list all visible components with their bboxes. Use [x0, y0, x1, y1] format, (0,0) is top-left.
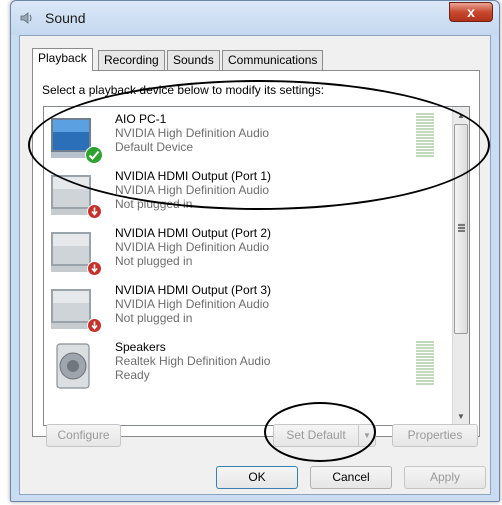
device-status: Not plugged in — [115, 254, 193, 268]
set-default-label: Set Default — [286, 428, 346, 442]
device-status: Not plugged in — [115, 311, 193, 325]
device-driver: NVIDIA High Definition Audio — [115, 240, 270, 254]
speaker-icon — [20, 12, 32, 24]
tab-playback[interactable]: Playback — [32, 48, 93, 71]
device-name: Speakers — [115, 340, 166, 354]
scroll-thumb[interactable]: ▬ ▬ ▬ — [454, 124, 468, 334]
device-name: NVIDIA HDMI Output (Port 2) — [115, 226, 272, 240]
tab-communications[interactable]: Communications — [222, 50, 324, 70]
ok-button[interactable]: OK — [216, 466, 298, 489]
device-status: Default Device — [115, 140, 194, 154]
tab-sounds[interactable]: Sounds — [167, 50, 220, 70]
window-title: Sound — [45, 10, 86, 26]
apply-button[interactable]: Apply — [404, 466, 486, 489]
close-button[interactable]: x — [449, 2, 493, 22]
level-meter — [416, 113, 434, 159]
configure-button[interactable]: Configure — [46, 424, 121, 447]
chevron-down-icon[interactable]: ▼ — [358, 425, 375, 446]
dialog-body: Playback Recording Sounds Communications… — [19, 35, 491, 495]
device-driver: NVIDIA High Definition Audio — [115, 297, 270, 311]
device-item-aio-pc-1[interactable]: AIO PC-1 NVIDIA High Definition Audio De… — [44, 109, 454, 166]
red-down-arrow-icon — [87, 318, 102, 333]
device-driver: NVIDIA High Definition Audio — [115, 183, 270, 197]
scroll-up-arrow-icon[interactable]: ▲ — [453, 107, 469, 124]
speaker-icon — [56, 343, 90, 389]
device-driver: Realtek High Definition Audio — [115, 354, 271, 368]
properties-button[interactable]: Properties — [392, 424, 478, 447]
scroll-down-arrow-icon[interactable]: ▼ — [453, 408, 469, 425]
device-name: NVIDIA HDMI Output (Port 1) — [115, 169, 272, 183]
title-bar[interactable]: Sound x — [11, 1, 499, 35]
level-meter — [416, 341, 434, 387]
grip-icon: ▬ ▬ ▬ — [458, 221, 465, 234]
device-name: NVIDIA HDMI Output (Port 3) — [115, 283, 272, 297]
sound-dialog: Sound x Playback Recording Sounds Commun… — [10, 0, 500, 502]
device-name: AIO PC-1 — [115, 112, 167, 126]
device-item-hdmi-port-3[interactable]: NVIDIA HDMI Output (Port 3) NVIDIA High … — [44, 280, 454, 337]
red-down-arrow-icon — [87, 204, 102, 219]
set-default-button[interactable]: Set Default ▼ — [273, 424, 376, 447]
playback-panel: Select a playback device below to modify… — [32, 70, 480, 437]
device-list[interactable]: AIO PC-1 NVIDIA High Definition Audio De… — [43, 106, 470, 426]
red-down-arrow-icon — [87, 261, 102, 276]
device-list-scrollbar[interactable]: ▲ ▬ ▬ ▬ ▼ — [452, 107, 469, 425]
instruction-text: Select a playback device below to modify… — [42, 83, 325, 97]
device-item-speakers[interactable]: Speakers Realtek High Definition Audio R… — [44, 337, 454, 394]
device-item-hdmi-port-1[interactable]: NVIDIA HDMI Output (Port 1) NVIDIA High … — [44, 166, 454, 223]
device-status: Not plugged in — [115, 197, 193, 211]
close-icon: x — [467, 4, 475, 20]
green-check-icon — [85, 146, 103, 164]
tab-recording[interactable]: Recording — [98, 50, 165, 70]
device-driver: NVIDIA High Definition Audio — [115, 126, 270, 140]
device-item-hdmi-port-2[interactable]: NVIDIA HDMI Output (Port 2) NVIDIA High … — [44, 223, 454, 280]
cancel-button[interactable]: Cancel — [310, 466, 392, 489]
device-status: Ready — [115, 368, 150, 382]
